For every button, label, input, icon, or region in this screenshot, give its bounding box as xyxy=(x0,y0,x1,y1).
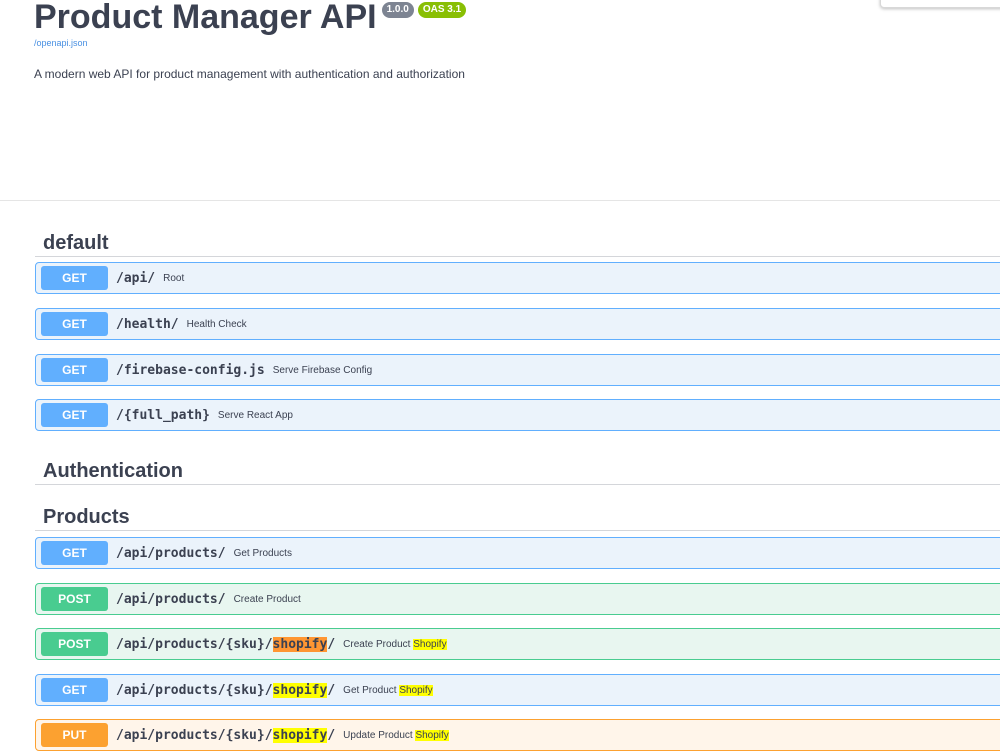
operation-path: /{full_path} xyxy=(116,407,210,423)
method-badge: GET xyxy=(41,266,108,290)
operation-summary: Root xyxy=(163,272,185,284)
section-default[interactable]: default xyxy=(35,224,1000,257)
operation-path: /api/products/ xyxy=(116,591,226,607)
operation-get-api-root[interactable]: GET /api/ Root xyxy=(35,262,1000,294)
operation-path: /api/products/{sku}/shopify/ xyxy=(116,727,336,743)
method-badge: GET xyxy=(41,403,108,427)
operation-get-products[interactable]: GET /api/products/ Get Products xyxy=(35,537,1000,569)
method-badge: POST xyxy=(41,587,108,611)
operation-summary: Serve React App xyxy=(217,409,293,421)
summary-text: Create Product xyxy=(343,638,411,650)
page-title: Product Manager API xyxy=(34,0,377,36)
operation-get-firebase-config[interactable]: GET /firebase-config.js Serve Firebase C… xyxy=(35,354,1000,386)
operation-path: /health/ xyxy=(116,316,179,332)
path-prefix: /api/products/{sku}/ xyxy=(116,636,273,652)
operation-summary: Update Product Shopify xyxy=(343,729,449,741)
operation-get-product-shopify[interactable]: GET /api/products/{sku}/shopify/ Get Pro… xyxy=(35,674,1000,706)
method-badge: PUT xyxy=(41,723,108,747)
section-title: Authentication xyxy=(43,460,183,482)
summary-text: Get Product xyxy=(343,684,397,696)
path-suffix: / xyxy=(327,727,336,743)
openapi-spec-link[interactable]: /openapi.json xyxy=(34,38,88,48)
operation-get-full-path[interactable]: GET /{full_path} Serve React App xyxy=(35,399,1000,431)
operation-path: /api/products/{sku}/shopify/ xyxy=(116,682,336,698)
summary-text: Update Product xyxy=(343,729,413,741)
operation-get-health[interactable]: GET /health/ Health Check xyxy=(35,308,1000,340)
summary-search-highlight: Shopify xyxy=(413,638,447,650)
section-authentication[interactable]: Authentication xyxy=(35,452,1000,485)
method-badge: GET xyxy=(41,312,108,336)
method-badge: GET xyxy=(41,678,108,702)
method-badge: GET xyxy=(41,541,108,565)
operation-summary: Health Check xyxy=(186,318,247,330)
path-suffix: / xyxy=(327,636,336,652)
method-badge: GET xyxy=(41,358,108,382)
path-suffix: / xyxy=(327,682,336,698)
divider xyxy=(0,200,1000,201)
badges: 1.0.0 OAS 3.1 xyxy=(381,2,467,18)
version-badge: 1.0.0 xyxy=(381,2,414,18)
summary-search-highlight: Shopify xyxy=(415,729,449,741)
path-search-highlight: shopify xyxy=(272,636,328,652)
path-search-highlight: shopify xyxy=(272,727,328,743)
operation-summary: Get Products xyxy=(233,547,292,559)
path-search-highlight: shopify xyxy=(272,682,328,698)
oas-badge: OAS 3.1 xyxy=(417,2,467,18)
operation-path: /api/ xyxy=(116,270,156,286)
operation-summary: Serve Firebase Config xyxy=(272,364,373,376)
operation-post-products[interactable]: POST /api/products/ Create Product xyxy=(35,583,1000,615)
operation-path: /api/products/{sku}/shopify/ xyxy=(116,636,336,652)
path-prefix: /api/products/{sku}/ xyxy=(116,727,273,743)
operation-post-product-shopify[interactable]: POST /api/products/{sku}/shopify/ Create… xyxy=(35,628,1000,660)
operation-summary: Get Product Shopify xyxy=(343,684,433,696)
summary-search-highlight: Shopify xyxy=(399,684,433,696)
section-title: Products xyxy=(43,506,130,528)
api-description: A modern web API for product management … xyxy=(34,67,465,81)
section-products[interactable]: Products xyxy=(35,498,1000,531)
path-prefix: /api/products/{sku}/ xyxy=(116,682,273,698)
method-badge: POST xyxy=(41,632,108,656)
api-title-row: Product Manager API 1.0.0 OAS 3.1 xyxy=(34,0,467,41)
top-right-panel xyxy=(880,0,1000,8)
operation-put-product-shopify[interactable]: PUT /api/products/{sku}/shopify/ Update … xyxy=(35,719,1000,751)
operation-summary: Create Product xyxy=(233,593,301,605)
operation-path: /firebase-config.js xyxy=(116,362,265,378)
section-title: default xyxy=(43,232,109,254)
operation-path: /api/products/ xyxy=(116,545,226,561)
operation-summary: Create Product Shopify xyxy=(343,638,447,650)
